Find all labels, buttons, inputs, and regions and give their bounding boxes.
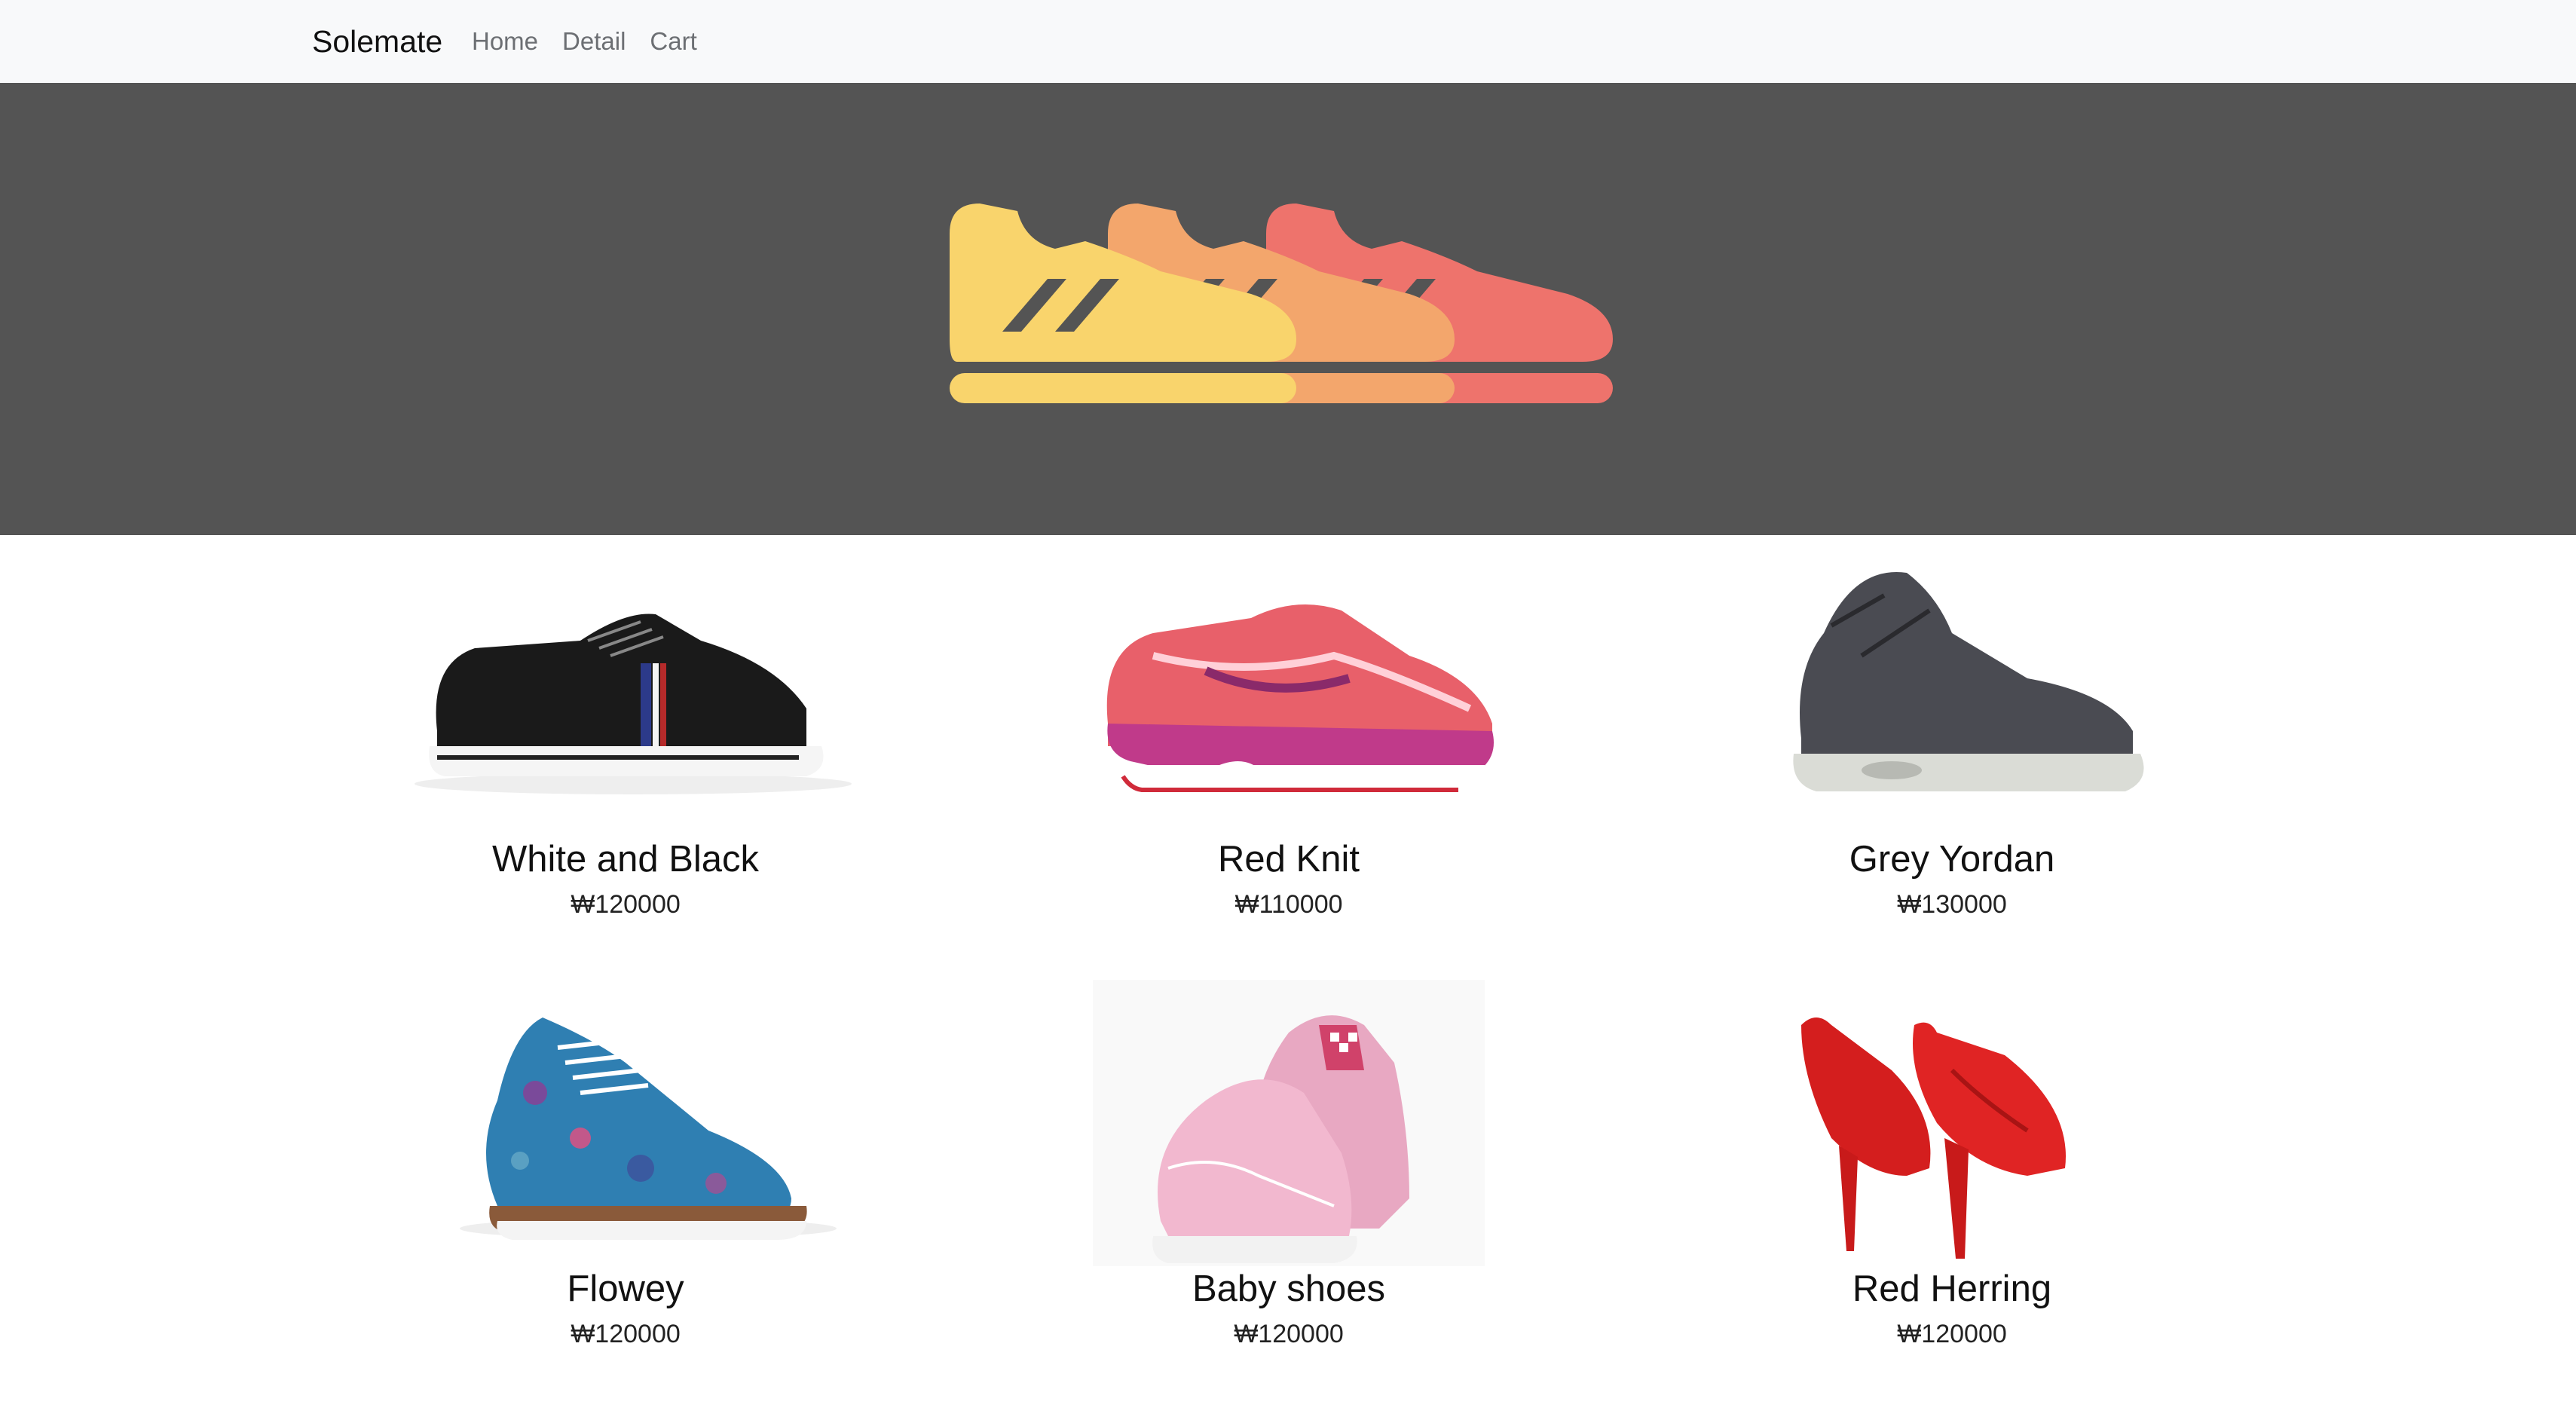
product-card[interactable]: Red Knit ₩110000 [957, 550, 1620, 921]
product-image[interactable] [957, 980, 1620, 1266]
product-card[interactable]: Flowey ₩120000 [294, 980, 957, 1351]
product-card[interactable]: Baby shoes ₩120000 [957, 980, 1620, 1351]
product-title[interactable]: Baby shoes [957, 1266, 1620, 1311]
nav-links: Home Detail Cart [472, 26, 697, 57]
pink-slip-on-shoes-icon [1093, 980, 1485, 1266]
product-title[interactable]: Red Knit [957, 837, 1620, 882]
product-image[interactable] [1620, 550, 2284, 837]
product-title[interactable]: White and Black [294, 837, 957, 882]
red-high-heels-icon [1801, 1017, 2066, 1259]
hero-banner [0, 83, 2576, 535]
product-title[interactable]: Flowey [294, 1266, 957, 1311]
brand-link[interactable]: Solemate [312, 23, 442, 60]
product-price: ₩120000 [1234, 1320, 1344, 1348]
product-title[interactable]: Red Herring [1620, 1266, 2284, 1311]
floral-blue-oxford-icon [460, 1017, 837, 1240]
product-price: ₩130000 [1897, 890, 2007, 919]
product-image[interactable] [294, 550, 957, 837]
grey-basketball-shoe-icon [1793, 572, 2144, 791]
product-price: ₩110000 [1234, 890, 1343, 919]
product-card[interactable]: Grey Yordan ₩130000 [1620, 550, 2284, 921]
top-navbar: Solemate Home Detail Cart [0, 0, 2576, 83]
product-price: ₩120000 [1897, 1320, 2007, 1348]
pink-running-shoe-icon [1106, 604, 1494, 792]
product-image[interactable] [1620, 980, 2284, 1266]
product-price: ₩120000 [571, 890, 681, 919]
product-card[interactable]: Red Herring ₩120000 [1620, 980, 2284, 1351]
nav-link-home[interactable]: Home [472, 26, 538, 57]
product-title[interactable]: Grey Yordan [1620, 837, 2284, 882]
product-price: ₩120000 [571, 1320, 681, 1348]
product-image[interactable] [294, 980, 957, 1266]
running-shoes-logo-icon [950, 203, 1613, 403]
nav-link-cart[interactable]: Cart [650, 26, 696, 57]
nav-link-detail[interactable]: Detail [562, 26, 626, 57]
product-image[interactable] [957, 550, 1620, 837]
product-card[interactable]: White and Black ₩120000 [294, 550, 957, 921]
black-canvas-sneaker-icon [415, 614, 852, 794]
